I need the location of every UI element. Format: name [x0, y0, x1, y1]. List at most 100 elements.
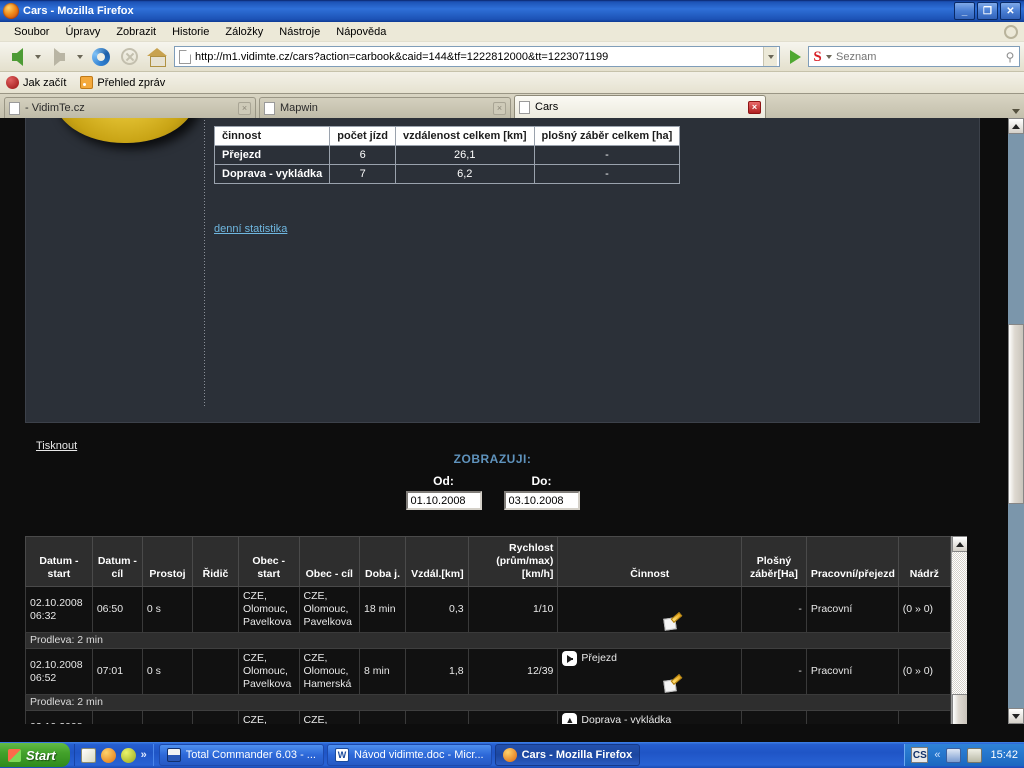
tab-label: Mapwin: [280, 102, 318, 114]
window-controls[interactable]: _ ❐ ✕: [954, 2, 1021, 20]
daily-statistics-link[interactable]: denní statistika: [214, 223, 287, 235]
stop-button[interactable]: [116, 44, 142, 70]
grid-scrollbar[interactable]: [951, 536, 967, 724]
edit-pencil-icon[interactable]: [663, 674, 683, 693]
menu-item-historie[interactable]: Historie: [164, 24, 217, 40]
tab-cars[interactable]: Cars ×: [514, 95, 766, 118]
page-scroll-track[interactable]: [1008, 134, 1024, 708]
search-bar[interactable]: S ⚲: [808, 46, 1020, 67]
cell-nadrz: (0 » 0): [897, 648, 952, 695]
bookmark-jak-zacit[interactable]: Jak začít: [6, 76, 66, 89]
tab-close-icon[interactable]: ×: [238, 101, 251, 115]
minimize-button[interactable]: _: [954, 2, 975, 20]
printer-icon[interactable]: [967, 747, 983, 763]
tab-close-icon[interactable]: ×: [493, 101, 506, 115]
notepad-icon[interactable]: [80, 747, 96, 763]
page-scroll-thumb[interactable]: [1008, 324, 1024, 504]
page-scroll-up-button[interactable]: [1008, 118, 1024, 134]
cell-pracovni-prejezd: Pracovní: [805, 586, 899, 633]
grid-scroll-up-button[interactable]: [952, 536, 967, 552]
search-input[interactable]: [836, 50, 1001, 63]
col-obec-cil: Obec - cíl: [298, 536, 361, 587]
table-row[interactable]: 02.10.2008 06:32 06:50 0 s CZE, Olomouc, Pavel…: [25, 586, 952, 633]
search-engine-dropdown-icon[interactable]: [826, 54, 832, 59]
delay-row: Prodleva: 2 min: [25, 632, 951, 649]
rss-feed-icon: [80, 76, 94, 89]
language-indicator[interactable]: CS: [911, 747, 929, 763]
quick-launch-overflow-icon[interactable]: »: [141, 749, 147, 761]
menu-item-soubor[interactable]: Soubor: [6, 24, 57, 40]
tab-close-icon[interactable]: ×: [748, 100, 761, 114]
from-label: Od:: [433, 474, 454, 488]
cell-obec-start: CZE,Olomouc,Hamerská: [237, 710, 300, 724]
cell-obec-cil: CZE,Olomouc,Hamerská: [298, 710, 361, 724]
cell-vzdal: 1,8: [404, 648, 469, 695]
task-word-document[interactable]: W Návod vidimte.doc - Micr...: [326, 744, 492, 766]
back-dropdown-icon[interactable]: [35, 54, 41, 59]
date-from-input[interactable]: [405, 491, 482, 510]
bookmark-prehled-zprav[interactable]: Přehled zpráv: [80, 76, 165, 89]
cell-obec-start: CZE, Olomouc, Pavelkova: [237, 586, 300, 633]
table-row: Přejezd 6 26,1 -: [213, 145, 681, 165]
forward-button[interactable]: [46, 44, 72, 70]
menu-item-upravy[interactable]: Úpravy: [57, 24, 108, 40]
opera-quicklaunch-icon[interactable]: [120, 747, 136, 763]
table-row[interactable]: 02.10.200807:0307:170 s CZE,Olomouc,Hamer…: [25, 710, 952, 724]
menu-item-napoveda[interactable]: Nápověda: [328, 24, 394, 40]
page-scrollbar[interactable]: [1008, 118, 1024, 724]
go-button[interactable]: [784, 46, 806, 68]
bookmark-label: Jak začít: [23, 76, 67, 89]
menu-item-zalozky[interactable]: Záložky: [217, 24, 271, 40]
task-total-commander[interactable]: Total Commander 6.03 - ...: [158, 744, 324, 766]
home-button[interactable]: [144, 44, 170, 70]
col-cinnost: činnost: [213, 126, 331, 146]
cell-obec-cil: CZE, Olomouc, Pavelkova: [298, 586, 361, 633]
firefox-quicklaunch-icon[interactable]: [100, 747, 116, 763]
reload-icon: [92, 47, 110, 66]
task-firefox-cars[interactable]: Cars - Mozilla Firefox: [494, 744, 641, 766]
tab-list-dropdown-icon[interactable]: [1012, 109, 1020, 114]
cell-pocet: 6: [329, 145, 397, 165]
col-rychlost: Rychlost (prům/max)[km/h]: [467, 536, 559, 587]
seznam-logo-icon: S: [813, 48, 822, 65]
windows-taskbar: Start » Total Commander 6.03 - ... W Náv…: [0, 742, 1024, 768]
cell-cinnost: [557, 586, 743, 633]
delay-label: Prodleva: 2 min: [25, 632, 951, 649]
back-button[interactable]: [4, 44, 30, 70]
search-icon[interactable]: ⚲: [1001, 50, 1019, 64]
chevron-up-icon: [956, 541, 964, 547]
cell-datum-start: 02.10.2008 06:52: [25, 648, 93, 695]
tray-expand-icon[interactable]: «: [934, 749, 940, 761]
print-link[interactable]: Tisknout: [36, 440, 77, 452]
task-label: Total Commander 6.03 - ...: [185, 749, 316, 761]
menu-item-zobrazit[interactable]: Zobrazit: [108, 24, 164, 40]
table-row[interactable]: 02.10.2008 06:52 07:01 0 s CZE, Olomouc, Pavel…: [25, 648, 952, 695]
network-icon[interactable]: [946, 747, 962, 763]
maximize-button[interactable]: ❐: [977, 2, 998, 20]
page-scroll-down-button[interactable]: [1008, 708, 1024, 724]
tab-mapwin[interactable]: Mapwin ×: [259, 97, 511, 118]
grid-scroll-track[interactable]: [952, 552, 967, 724]
edit-pencil-icon[interactable]: [663, 612, 683, 631]
start-button[interactable]: Start: [0, 743, 70, 767]
cinnost-label: Přejezd: [581, 652, 617, 664]
reload-button[interactable]: [88, 44, 114, 70]
task-list: Total Commander 6.03 - ... W Návod vidim…: [154, 744, 905, 766]
cell-datum-cil: 07:01: [91, 648, 143, 695]
grid-scroll-thumb[interactable]: [952, 694, 967, 724]
address-bar[interactable]: http://m1.vidimte.cz/cars?action=carbook…: [174, 46, 780, 67]
url-history-dropdown-icon[interactable]: [763, 47, 777, 66]
stop-icon: [120, 48, 138, 65]
tab-vidimte[interactable]: - VidimTe.cz ×: [4, 97, 256, 118]
cell-datum-cil: 06:50: [91, 586, 143, 633]
menu-item-nastroje[interactable]: Nástroje: [271, 24, 328, 40]
cell-datum-start: 02.10.200807:03: [25, 710, 93, 724]
date-to-input[interactable]: [503, 491, 580, 510]
home-icon: [147, 48, 167, 67]
close-button[interactable]: ✕: [1000, 2, 1021, 20]
task-label: Cars - Mozilla Firefox: [521, 749, 633, 761]
forward-dropdown-icon[interactable]: [77, 54, 83, 59]
clock[interactable]: 15:42: [988, 749, 1018, 761]
window-titlebar: Cars - Mozilla Firefox _ ❐ ✕: [0, 0, 1024, 22]
table-header-row: činnost počet jízd vzdálenost celkem [km…: [213, 126, 681, 146]
